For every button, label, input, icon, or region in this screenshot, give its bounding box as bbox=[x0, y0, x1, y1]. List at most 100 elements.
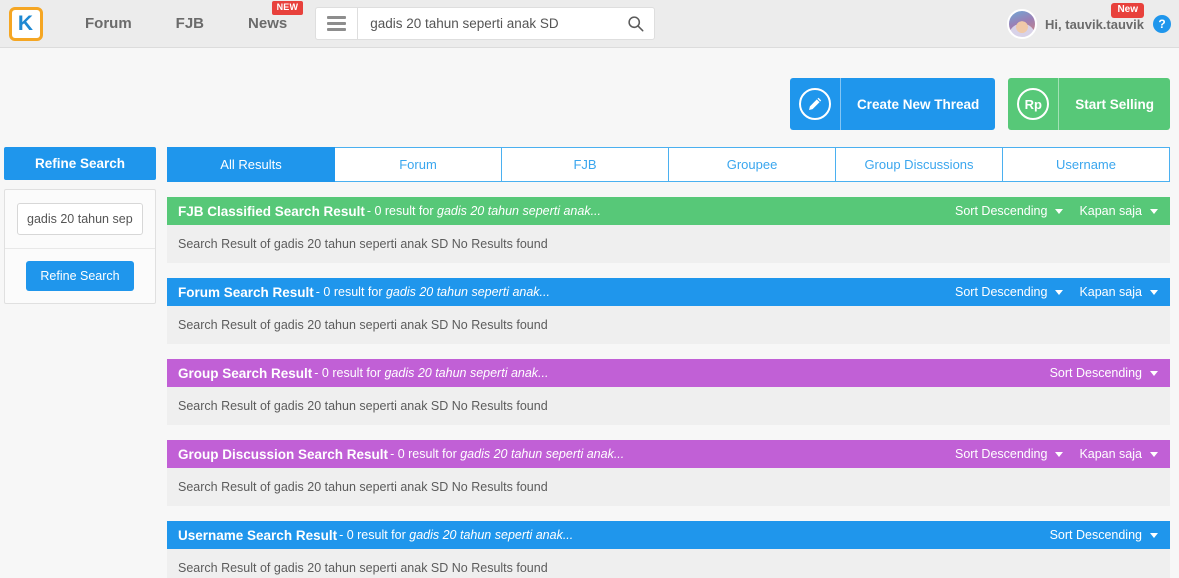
chevron-down-icon bbox=[1150, 208, 1158, 214]
sort-descending-dropdown[interactable]: Sort Descending bbox=[1050, 528, 1158, 542]
user-area: Hi, tauvik.tauvik New ? bbox=[1007, 0, 1171, 48]
site-header: K Forum FJB News NEW Hi, tauvik.tauvik N… bbox=[0, 0, 1179, 48]
sort-label: Sort Descending bbox=[955, 204, 1048, 218]
new-badge: NEW bbox=[271, 0, 304, 15]
refine-search-title: Refine Search bbox=[34, 156, 126, 171]
nav-label: News bbox=[248, 14, 288, 32]
panel-body: Search Result of gadis 20 tahun seperti … bbox=[167, 468, 1170, 506]
action-buttons-row: Create New Thread Rp Start Selling bbox=[0, 48, 1179, 130]
rupiah-glyph: Rp bbox=[1024, 96, 1042, 112]
refine-input-wrap bbox=[5, 190, 155, 249]
main-nav: Forum FJB News NEW bbox=[63, 0, 309, 48]
user-avatar[interactable] bbox=[1007, 9, 1038, 39]
kaskus-logo-icon[interactable]: K bbox=[9, 6, 43, 41]
time-filter-dropdown[interactable]: Kapan saja bbox=[1079, 447, 1158, 461]
panel-sub-prefix: - 0 result for bbox=[315, 285, 386, 299]
nav-label: FJB bbox=[175, 14, 205, 32]
result-panel-fjb-classified: FJB Classified Search Result - 0 result … bbox=[167, 197, 1170, 263]
create-new-thread-button[interactable]: Create New Thread bbox=[789, 78, 996, 130]
result-panel-forum: Forum Search Result - 0 result for gadis… bbox=[167, 278, 1170, 344]
tab-all-results[interactable]: All Results bbox=[167, 147, 335, 182]
create-new-thread-label: Create New Thread bbox=[856, 96, 980, 112]
panel-subtitle: - 0 result for gadis 20 tahun seperti an… bbox=[367, 204, 601, 218]
pencil-circle bbox=[798, 88, 831, 120]
chevron-down-icon bbox=[1150, 451, 1158, 457]
panel-title: Username Search Result bbox=[178, 527, 338, 543]
tab-username[interactable]: Username bbox=[1003, 147, 1170, 182]
panel-body: Search Result of gadis 20 tahun seperti … bbox=[167, 549, 1170, 578]
tab-forum[interactable]: Forum bbox=[335, 147, 502, 182]
time-filter-dropdown[interactable]: Kapan saja bbox=[1079, 285, 1158, 299]
help-question-icon[interactable]: ? bbox=[1153, 15, 1171, 33]
nav-item-news[interactable]: News NEW bbox=[226, 0, 309, 48]
refine-search-input[interactable] bbox=[17, 203, 143, 235]
results-tabs: All Results Forum FJB Groupee Group Disc… bbox=[167, 147, 1170, 182]
sort-descending-dropdown[interactable]: Sort Descending bbox=[955, 447, 1064, 461]
pencil-icon bbox=[790, 78, 841, 130]
tab-group-discussions[interactable]: Group Discussions bbox=[836, 147, 1003, 182]
panel-sub-prefix: - 0 result for bbox=[366, 204, 437, 218]
search-bar[interactable] bbox=[357, 7, 656, 40]
panel-header: FJB Classified Search Result - 0 result … bbox=[167, 197, 1170, 225]
time-filter-label: Kapan saja bbox=[1079, 204, 1142, 218]
panel-sub-prefix: - 0 result for bbox=[339, 528, 410, 542]
burger-line bbox=[327, 16, 347, 19]
panel-sub-prefix: - 0 result for bbox=[390, 447, 461, 461]
hamburger-menu-icon[interactable] bbox=[315, 7, 358, 40]
sort-descending-dropdown[interactable]: Sort Descending bbox=[955, 285, 1064, 299]
rupiah-circle: Rp bbox=[1017, 88, 1050, 120]
panel-body: Search Result of gadis 20 tahun seperti … bbox=[167, 387, 1170, 425]
panel-sub-query: gadis 20 tahun seperti anak... bbox=[384, 366, 549, 380]
help-glyph: ? bbox=[1158, 17, 1166, 31]
chevron-down-icon bbox=[1055, 208, 1064, 214]
panel-header: Forum Search Result - 0 result for gadis… bbox=[167, 278, 1170, 306]
refine-search-panel: Refine Search bbox=[4, 189, 156, 304]
tab-label: Username bbox=[1056, 157, 1116, 172]
tab-fjb[interactable]: FJB bbox=[502, 147, 669, 182]
tab-groupee[interactable]: Groupee bbox=[669, 147, 836, 182]
panel-sub-query: gadis 20 tahun seperti anak... bbox=[385, 285, 550, 299]
user-new-badge: New bbox=[1111, 3, 1144, 18]
panel-sub-prefix: - 0 result for bbox=[314, 366, 385, 380]
search-input[interactable] bbox=[370, 16, 628, 31]
result-panel-group-discussion: Group Discussion Search Result - 0 resul… bbox=[167, 440, 1170, 506]
search-icon[interactable] bbox=[627, 15, 644, 32]
chevron-down-icon bbox=[1150, 370, 1158, 376]
user-greeting[interactable]: Hi, tauvik.tauvik bbox=[1045, 17, 1144, 32]
logo-letter: K bbox=[17, 12, 33, 35]
panel-header: Group Discussion Search Result - 0 resul… bbox=[167, 440, 1170, 468]
chevron-down-icon bbox=[1055, 451, 1064, 457]
nav-label: Forum bbox=[85, 14, 132, 32]
burger-line bbox=[327, 28, 347, 31]
start-selling-button[interactable]: Rp Start Selling bbox=[1008, 78, 1170, 130]
chevron-down-icon bbox=[1055, 289, 1064, 295]
page-body: Refine Search Refine Search All Results … bbox=[0, 130, 1179, 578]
sort-label: Sort Descending bbox=[955, 285, 1048, 299]
sort-descending-dropdown[interactable]: Sort Descending bbox=[1050, 366, 1158, 380]
chevron-down-icon bbox=[1150, 532, 1158, 538]
refine-search-header: Refine Search bbox=[4, 147, 156, 180]
panel-title: Group Search Result bbox=[178, 365, 313, 381]
sort-label: Sort Descending bbox=[955, 447, 1048, 461]
result-panel-group: Group Search Result - 0 result for gadis… bbox=[167, 359, 1170, 425]
sort-label: Sort Descending bbox=[1049, 528, 1142, 542]
panel-title: FJB Classified Search Result bbox=[178, 203, 365, 219]
tab-label: Forum bbox=[399, 157, 437, 172]
time-filter-dropdown[interactable]: Kapan saja bbox=[1079, 204, 1158, 218]
result-panel-username: Username Search Result - 0 result for ga… bbox=[167, 521, 1170, 578]
chevron-down-icon bbox=[1150, 289, 1158, 295]
panel-subtitle: - 0 result for gadis 20 tahun seperti an… bbox=[390, 447, 624, 461]
rupiah-icon: Rp bbox=[1008, 78, 1060, 130]
panel-subtitle: - 0 result for gadis 20 tahun seperti an… bbox=[314, 366, 548, 380]
panel-body: Search Result of gadis 20 tahun seperti … bbox=[167, 225, 1170, 263]
search-results-content: All Results Forum FJB Groupee Group Disc… bbox=[167, 147, 1170, 578]
nav-item-forum[interactable]: Forum bbox=[63, 0, 154, 48]
tab-label: All Results bbox=[220, 157, 282, 172]
sort-descending-dropdown[interactable]: Sort Descending bbox=[955, 204, 1064, 218]
nav-item-fjb[interactable]: FJB bbox=[154, 0, 226, 48]
panel-header: Username Search Result - 0 result for ga… bbox=[167, 521, 1170, 549]
sort-label: Sort Descending bbox=[1049, 366, 1142, 380]
panel-body: Search Result of gadis 20 tahun seperti … bbox=[167, 306, 1170, 344]
panel-controls: Sort Descending Kapan saja bbox=[939, 204, 1158, 218]
refine-search-button[interactable]: Refine Search bbox=[26, 261, 134, 291]
